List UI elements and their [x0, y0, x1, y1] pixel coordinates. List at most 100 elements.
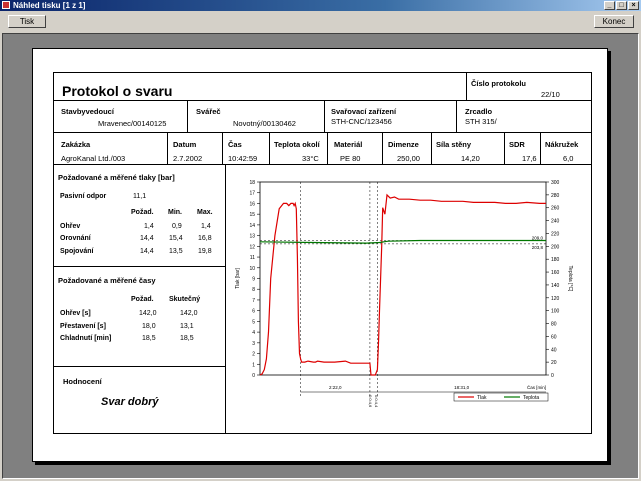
welding-device-cell: Svařovací zařízení STH-CNC/123456: [325, 101, 457, 133]
y-tick-label: 8: [252, 287, 255, 293]
y-tick-label: 6: [252, 309, 255, 315]
print-button[interactable]: Tisk: [8, 15, 46, 28]
time-header-actual: Skutečný: [169, 296, 201, 303]
evaluation-title: Hodnocení: [63, 377, 102, 386]
welding-device-value: STH-CNC/123456: [331, 117, 392, 126]
order-label: Zakázka: [61, 140, 91, 149]
weld-chart: 0123456789101112131415161718020406080100…: [235, 180, 573, 408]
y2-tick-label: 180: [551, 257, 560, 263]
pressure-header-min: Min.: [168, 209, 182, 216]
wall-thickness-cell: Síla stěny 14,20: [432, 133, 505, 165]
time-heating-actual: 142,0: [180, 310, 198, 317]
y-tick-label: 12: [249, 244, 255, 250]
ambient-temp-value: 33°C: [302, 154, 319, 163]
phase-label: 2:22,0: [329, 385, 342, 390]
material-value: PE 80: [340, 154, 361, 163]
pressure-alignment-max: 16,8: [198, 235, 212, 242]
y-tick-label: 1: [252, 362, 255, 368]
window-titlebar: Náhled tisku [1 z 1] _ □ ×: [0, 0, 641, 11]
time-heating-required: 142,0: [139, 310, 157, 317]
close-window-button[interactable]: ×: [628, 1, 639, 10]
y2-tick-label: 300: [551, 180, 560, 186]
time-row-changeover: Přestavení [s]: [60, 323, 106, 330]
y-tick-label: 3: [252, 341, 255, 347]
protocol-document: Protokol o svaru Číslo protokolu 22/10 S…: [53, 72, 592, 434]
close-preview-button[interactable]: Konec: [594, 15, 634, 28]
order-value: AgroKanal Ltd./003: [61, 154, 126, 163]
pressures-section: Požadované a měřené tlaky [bar] Pasivní …: [54, 165, 226, 267]
welder-value: Novotný/00130462: [233, 119, 296, 128]
pressure-heating-max: 1,4: [201, 223, 211, 230]
y-tick-label: 9: [252, 277, 255, 283]
y2-tick-label: 20: [551, 360, 557, 366]
pressure-joining-min: 13,5: [169, 248, 183, 255]
material-cell: Materiál PE 80: [328, 133, 383, 165]
plot-frame: [259, 181, 547, 376]
y2-tick-label: 260: [551, 206, 560, 212]
time-header-required: Požad.: [131, 296, 154, 303]
mirror-label: Zrcadlo: [465, 107, 493, 116]
bead-cell: Nákružek 6,0: [541, 133, 592, 165]
evaluation-section: Hodnocení Svar dobrý: [54, 367, 226, 434]
y2-tick-label: 40: [551, 347, 557, 353]
y2-tick-label: 120: [551, 296, 560, 302]
y-tick-label: 18: [249, 180, 255, 186]
pressure-row-heating: Ohřev: [60, 223, 81, 230]
y-tick-label: 10: [249, 266, 255, 272]
y-tick-label: 13: [249, 234, 255, 240]
passive-resistance-label: Pasivní odpor: [60, 193, 107, 200]
protocol-no-value: 22/10: [541, 90, 560, 99]
time-label: Čas: [228, 140, 242, 149]
y2-tick-label: 280: [551, 193, 560, 199]
series-tlak-line: [259, 193, 546, 376]
y2-tick-label: 160: [551, 270, 560, 276]
y-tick-label: 17: [249, 191, 255, 197]
y2-tick-label: 60: [551, 334, 557, 340]
dimension-value: 250,00: [397, 154, 420, 163]
pressure-alignment-required: 14,4: [140, 235, 154, 242]
title-cell: Protokol o svaru: [54, 73, 467, 101]
reference-label: 209,0: [532, 236, 544, 241]
site-manager-value: Mravenec/00140125: [98, 119, 167, 128]
window-title: Náhled tisku [1 z 1]: [13, 1, 86, 10]
welder-label: Svářeč: [196, 107, 221, 116]
site-manager-label: Stavbyvedoucí: [61, 107, 114, 116]
wall-thickness-label: Síla stěny: [436, 140, 472, 149]
y-tick-label: 14: [249, 223, 255, 229]
material-label: Materiál: [334, 140, 363, 149]
time-cooling-actual: 18,5: [180, 335, 194, 342]
y2-tick-label: 200: [551, 244, 560, 250]
legend-label-tlak: Tlak: [477, 395, 487, 401]
pressure-row-alignment: Orovnání: [60, 235, 91, 242]
ambient-temp-label: Teplota okolí: [274, 140, 320, 149]
protocol-no-label: Číslo protokolu: [471, 79, 526, 88]
app-icon: [2, 1, 10, 9]
pressure-row-joining: Spojování: [60, 248, 94, 255]
x-axis-label: Čas [min]: [527, 384, 546, 390]
sdr-value: 17,6: [522, 154, 537, 163]
welding-device-label: Svařovací zařízení: [331, 107, 397, 116]
time-row-cooling: Chladnutí [min]: [60, 335, 112, 342]
y2-tick-label: 0: [551, 373, 554, 379]
y2-tick-label: 140: [551, 283, 560, 289]
mirror-cell: Zrcadlo STH 315/: [457, 101, 592, 133]
date-value: 2.7.2002: [173, 154, 203, 163]
protocol-number-cell: Číslo protokolu 22/10: [467, 73, 592, 101]
y-axis-label: Tlak [bar]: [235, 267, 241, 288]
maximize-button[interactable]: □: [616, 1, 627, 10]
evaluation-result: Svar dobrý: [101, 396, 159, 408]
y-tick-label: 16: [249, 201, 255, 207]
sdr-label: SDR: [509, 140, 525, 149]
pressure-joining-max: 19,8: [198, 248, 212, 255]
time-changeover-actual: 13,1: [180, 323, 194, 330]
dimension-cell: Dimenze 250,00: [383, 133, 432, 165]
time-value: 10:42:59: [228, 154, 258, 163]
pressure-alignment-min: 15,4: [169, 235, 183, 242]
y-tick-label: 0: [252, 373, 255, 379]
welder-cell: Svářeč Novotný/00130462: [188, 101, 325, 133]
legend-label-teplota: Teplota: [523, 395, 539, 401]
times-section: Požadované a měřené časy Požad. Skutečný…: [54, 267, 226, 367]
time-row-heating: Ohřev [s]: [60, 310, 91, 317]
series-teplota-line: [259, 239, 546, 244]
minimize-button[interactable]: _: [604, 1, 615, 10]
